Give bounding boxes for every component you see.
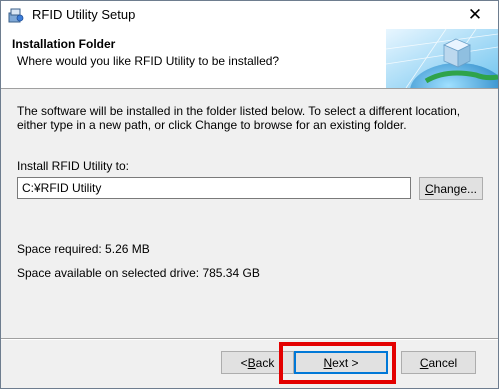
globe-banner-image	[386, 29, 498, 88]
install-description: The software will be installed in the fo…	[17, 104, 461, 132]
cancel-button[interactable]: Cancel	[401, 351, 476, 374]
back-button-label: ack	[255, 355, 275, 370]
cancel-button-label: ancel	[428, 355, 458, 370]
next-button-highlight-box	[279, 342, 396, 384]
cancel-button-mnemonic: C	[419, 355, 429, 370]
install-path-input[interactable]	[17, 177, 411, 199]
close-icon: ✕	[467, 5, 483, 24]
space-available-text: Space available on selected drive: 785.3…	[17, 266, 260, 280]
window-title: RFID Utility Setup	[32, 7, 136, 22]
back-button-mnemonic: B	[247, 355, 256, 370]
change-button[interactable]: Change...	[419, 177, 483, 200]
change-button-mnemonic: C	[424, 181, 434, 196]
page-title: Installation Folder	[12, 37, 116, 51]
space-required-text: Space required: 5.26 MB	[17, 242, 150, 256]
footer-divider	[1, 338, 498, 340]
header-panel: Installation Folder Where would you like…	[1, 29, 498, 89]
install-path-label: Install RFID Utility to:	[17, 159, 130, 173]
setup-installer-icon	[8, 8, 24, 23]
close-button[interactable]: ✕	[452, 1, 498, 29]
page-subtitle: Where would you like RFID Utility to be …	[17, 54, 280, 68]
back-button-prefix: <	[240, 355, 248, 370]
setup-window: RFID Utility Setup ✕ Installation Folder…	[0, 0, 499, 389]
change-button-label: hange...	[433, 181, 478, 196]
title-bar[interactable]: RFID Utility Setup ✕	[1, 1, 498, 29]
